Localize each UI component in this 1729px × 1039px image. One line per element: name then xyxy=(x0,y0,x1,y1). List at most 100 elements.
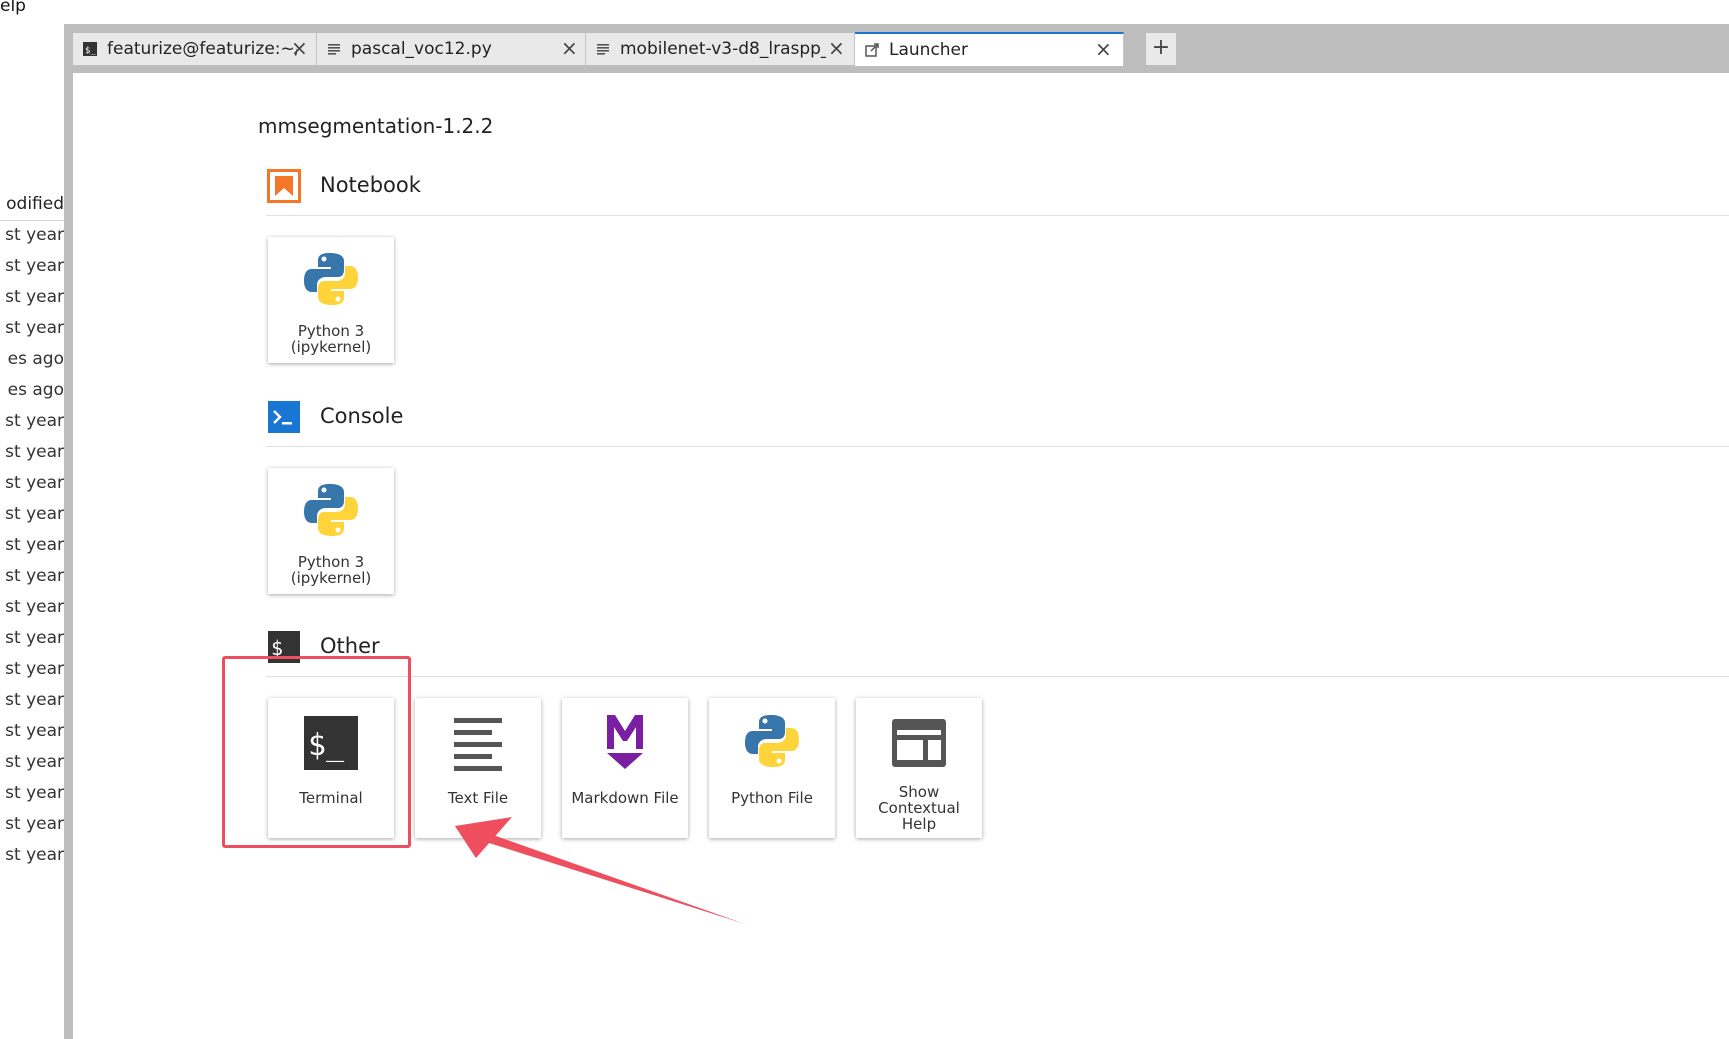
console-section-icon xyxy=(268,401,300,433)
file-row[interactable]: st year xyxy=(0,530,64,561)
markdown-file-card[interactable]: Markdown File xyxy=(562,698,688,838)
tab-label: mobilenet-v3-d8_lraspp_4x xyxy=(620,39,826,59)
file-row[interactable]: st year xyxy=(0,747,64,778)
tab-pascal-voc12[interactable]: pascal_voc12.py × xyxy=(317,33,586,65)
markdown-icon xyxy=(607,715,643,769)
file-modified-label: st year xyxy=(5,535,64,555)
python-icon xyxy=(304,253,358,305)
file-row[interactable]: st year xyxy=(0,716,64,747)
file-modified-label: st year xyxy=(5,411,64,431)
other-section-title: Other xyxy=(320,634,380,658)
menubar: elp xyxy=(0,0,1729,24)
notebook-section-icon xyxy=(267,169,301,203)
file-modified-label: st year xyxy=(5,318,64,338)
file-row[interactable]: st year xyxy=(0,778,64,809)
launcher-panel: mmsegmentation-1.2.2 Notebook Python 3 (… xyxy=(73,73,1729,1039)
file-row[interactable]: es ago xyxy=(0,344,64,375)
file-row[interactable]: st year xyxy=(0,282,64,313)
file-row[interactable]: st year xyxy=(0,685,64,716)
terminal-highlight-box xyxy=(222,656,411,848)
file-modified-label: st year xyxy=(5,721,64,741)
notebook-python3-card[interactable]: Python 3 (ipykernel) xyxy=(268,237,394,363)
close-icon[interactable]: × xyxy=(828,36,845,60)
tab-mobilenet-config[interactable]: mobilenet-v3-d8_lraspp_4x × xyxy=(586,33,855,65)
file-row[interactable]: st year xyxy=(0,468,64,499)
close-icon[interactable]: × xyxy=(1095,37,1112,61)
help-menu[interactable]: elp xyxy=(0,0,26,16)
tab-terminal[interactable]: $_ featurize@featurize:~/mm × xyxy=(73,33,317,65)
file-modified-label: st year xyxy=(5,690,64,710)
file-modified-label: st year xyxy=(5,597,64,617)
close-icon[interactable]: × xyxy=(291,36,308,60)
contextual-help-icon xyxy=(892,719,946,767)
section-divider xyxy=(266,676,1729,677)
file-row[interactable]: st year xyxy=(0,251,64,282)
file-modified-label: st year xyxy=(5,752,64,772)
file-modified-label: st year xyxy=(5,845,64,865)
file-row[interactable]: st year xyxy=(0,592,64,623)
file-modified-label: st year xyxy=(5,473,64,493)
file-row[interactable]: st year xyxy=(0,623,64,654)
python-icon xyxy=(304,484,358,536)
card-label: Python 3 xyxy=(297,322,365,340)
file-modified-label: st year xyxy=(5,628,64,648)
text-file-icon xyxy=(454,718,502,771)
file-modified-label: st year xyxy=(5,566,64,586)
section-divider xyxy=(266,215,1729,216)
file-modified-label: st year xyxy=(5,256,64,276)
file-row[interactable]: st year xyxy=(0,499,64,530)
card-label: Contextual xyxy=(878,799,960,817)
file-row[interactable]: es ago xyxy=(0,375,64,406)
tab-launcher[interactable]: Launcher × xyxy=(855,32,1124,66)
text-file-icon xyxy=(597,44,609,55)
card-label: (ipykernel) xyxy=(290,569,372,587)
card-label: Python File xyxy=(731,789,813,807)
tab-label: featurize@featurize:~/mm xyxy=(107,39,297,59)
launcher-cwd: mmsegmentation-1.2.2 xyxy=(258,114,494,138)
file-modified-label: st year xyxy=(5,504,64,524)
file-row[interactable]: st year xyxy=(0,654,64,685)
tab-bar: $_ featurize@featurize:~/mm × pascal_voc… xyxy=(73,24,1729,73)
file-row[interactable]: st year xyxy=(0,437,64,468)
card-label: (ipykernel) xyxy=(290,338,372,356)
file-row[interactable]: st year xyxy=(0,809,64,840)
file-row[interactable]: st year xyxy=(0,406,64,437)
svg-text:$_: $_ xyxy=(85,46,96,56)
card-label: Help xyxy=(901,815,937,833)
card-label: Show xyxy=(898,783,940,801)
file-modified-label: es ago xyxy=(7,349,64,369)
file-browser: odified st year st year st year st year es a… xyxy=(0,24,64,1039)
python-icon xyxy=(745,715,799,767)
file-modified-label: st year xyxy=(5,225,64,245)
file-row[interactable]: st year xyxy=(0,561,64,592)
add-tab-button[interactable]: + xyxy=(1146,33,1176,65)
section-divider xyxy=(266,446,1729,447)
file-modified-label: st year xyxy=(5,814,64,834)
python-file-card[interactable]: Python File xyxy=(709,698,835,838)
file-modified-label: st year xyxy=(5,659,64,679)
notebook-section-title: Notebook xyxy=(320,173,421,197)
file-row[interactable]: st year xyxy=(0,313,64,344)
modified-column-header[interactable]: odified xyxy=(0,184,64,221)
file-modified-label: st year xyxy=(5,783,64,803)
card-label: Text File xyxy=(447,789,509,807)
file-list: st year st year st year st year es ago es ago… xyxy=(0,220,64,871)
card-label: Markdown File xyxy=(571,789,679,807)
file-modified-label: es ago xyxy=(7,380,64,400)
console-section-title: Console xyxy=(320,404,404,428)
launcher-icon xyxy=(865,43,879,57)
tab-label: pascal_voc12.py xyxy=(351,39,492,59)
file-row[interactable]: st year xyxy=(0,220,64,251)
contextual-help-card[interactable]: Show Contextual Help xyxy=(856,698,982,838)
text-file-icon xyxy=(328,44,340,55)
panel-splitter[interactable] xyxy=(64,24,73,1039)
console-python3-card[interactable]: Python 3 (ipykernel) xyxy=(268,468,394,594)
terminal-icon: $_ xyxy=(83,42,97,56)
text-file-card[interactable]: Text File xyxy=(415,698,541,838)
file-row[interactable]: st year xyxy=(0,840,64,871)
close-icon[interactable]: × xyxy=(561,36,578,60)
tab-label: Launcher xyxy=(889,40,969,60)
file-modified-label: st year xyxy=(5,287,64,307)
file-modified-label: st year xyxy=(5,442,64,462)
card-label: Python 3 xyxy=(297,553,365,571)
